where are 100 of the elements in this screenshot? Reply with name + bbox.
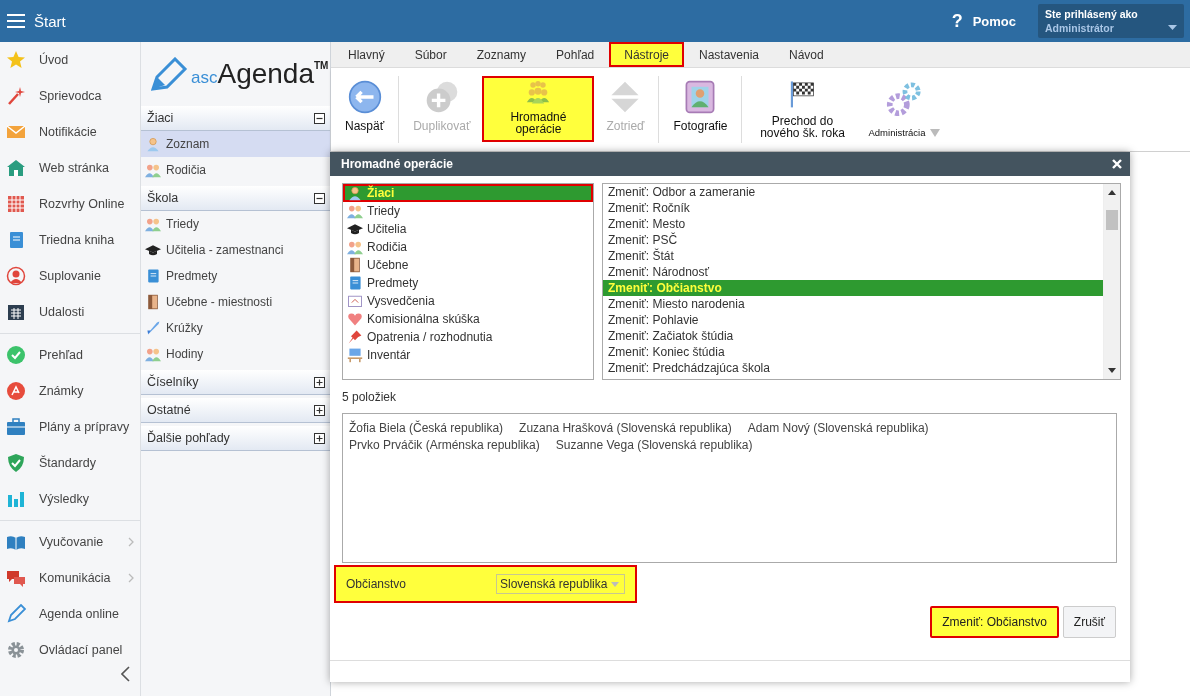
dialog-title: Hromadné operácie <box>341 157 454 171</box>
menu-tab[interactable]: Zoznamy <box>461 42 542 67</box>
gear-icon <box>6 640 26 660</box>
scrollbar[interactable] <box>1103 184 1120 379</box>
list-item[interactable]: Zmeniť: PSČ <box>603 232 1103 248</box>
menu-tab[interactable]: Hlavný <box>333 42 400 67</box>
list-item[interactable]: Rodičia <box>343 238 593 256</box>
list-item[interactable]: Učitelia <box>343 220 593 238</box>
list-item[interactable]: Zmeniť: Národnosť <box>603 264 1103 280</box>
student-entry: Prvko Prváčik (Arménska republika) <box>349 438 540 452</box>
section-header[interactable]: Žiaci <box>141 106 330 131</box>
graduation-cap-icon <box>347 221 363 237</box>
list-item[interactable]: Zoznam <box>141 131 330 157</box>
person-icon <box>145 136 161 152</box>
menu-tab[interactable]: Pohľad <box>541 42 610 67</box>
section-header[interactable]: Číselníky <box>141 370 330 395</box>
people-icon <box>145 162 161 178</box>
nav-item[interactable]: Suplovanie <box>0 258 140 294</box>
list-item[interactable]: Triedy <box>141 211 330 237</box>
people-icon <box>347 203 363 219</box>
list-item[interactable]: Krúžky <box>141 315 330 341</box>
certificate-icon <box>347 293 363 309</box>
nav-item[interactable]: Ovládací panel <box>0 632 140 668</box>
list-item[interactable]: Zmeniť: Pohlavie <box>603 312 1103 328</box>
toolbar-button[interactable]: Administrácia <box>860 76 948 142</box>
menu-tab[interactable]: Súbor <box>399 42 462 67</box>
student-entry: Žofia Biela (Česká republika) <box>349 421 504 435</box>
list-item[interactable]: Zmeniť: Mesto <box>603 216 1103 232</box>
toolbar-button[interactable]: Hromadné operácie <box>482 76 595 142</box>
duplicate-icon <box>424 80 459 114</box>
nav-item[interactable]: Štandardy <box>0 445 140 481</box>
list-item[interactable]: Zmeniť: Štát <box>603 248 1103 264</box>
help-icon[interactable]: ? <box>951 10 963 32</box>
pencil-icon <box>6 604 26 624</box>
cancel-button[interactable]: Zrušiť <box>1062 606 1116 638</box>
people-icon <box>145 346 161 362</box>
list-item[interactable]: Zmeniť: Ročník <box>603 200 1103 216</box>
list-item[interactable]: Opatrenia / rozhodnutia <box>343 328 593 346</box>
nav-item[interactable]: Rozvrhy Online <box>0 186 140 222</box>
shield-icon <box>6 453 26 473</box>
toolbar-button[interactable]: Naspäť <box>337 72 393 152</box>
nav-item[interactable]: Agenda online <box>0 596 140 632</box>
toolbar-button[interactable]: Prechod do nového šk. roka <box>748 76 857 142</box>
list-item[interactable]: Učebne <box>343 256 593 274</box>
user-menu[interactable]: Ste prihlásený ako Administrátor <box>1038 4 1184 38</box>
nav-item[interactable]: Triedna kniha <box>0 222 140 258</box>
item-count: 5 položiek <box>342 390 398 404</box>
list-item[interactable]: Inventár <box>343 346 593 364</box>
student-entry: Adam Nový (Slovenská republika) <box>747 421 929 435</box>
help-link[interactable]: Pomoc <box>972 13 1016 29</box>
close-icon[interactable] <box>1112 159 1122 169</box>
toolbar-button[interactable]: Fotografie <box>665 76 736 142</box>
student-entry: Suzanne Vega (Slovenská republika) <box>555 438 753 452</box>
nav-item[interactable]: Sprievodca <box>0 78 140 114</box>
nav-item[interactable]: Web stránka <box>0 150 140 186</box>
nav-item[interactable]: Vyučovanie <box>0 524 140 560</box>
list-item[interactable]: Zmeniť: Koniec štúdia <box>603 344 1103 360</box>
briefcase-icon <box>6 417 26 437</box>
list-item[interactable]: Predmety <box>141 263 330 289</box>
chat-icon <box>6 568 26 588</box>
list-item[interactable]: Hodiny <box>141 341 330 367</box>
list-item[interactable]: Zmeniť: Predchádzajúca škola <box>603 360 1103 376</box>
field-label: Občianstvo <box>346 577 408 591</box>
menu-icon[interactable] <box>6 13 26 29</box>
list-item[interactable]: Vysvedčenia <box>343 292 593 310</box>
list-item[interactable]: Zmeniť: Začiatok štúdia <box>603 328 1103 344</box>
list-item[interactable]: Zmeniť: Miesto narodenia <box>603 296 1103 312</box>
timetable-icon <box>6 194 26 214</box>
calendar-icon <box>6 302 26 322</box>
list-item[interactable]: Predmety <box>343 274 593 292</box>
collapse-icon[interactable] <box>121 666 130 682</box>
list-item[interactable]: Zmeniť: Odbor a zameranie <box>603 184 1103 200</box>
list-item[interactable]: Učebne - miestnosti <box>141 289 330 315</box>
nav-item[interactable]: Prehľad <box>0 337 140 373</box>
nav-item[interactable]: Udalosti <box>0 294 140 330</box>
rocket-icon <box>145 320 161 336</box>
star-icon <box>6 50 26 70</box>
nav-item[interactable]: Známky <box>0 373 140 409</box>
apply-button[interactable]: Zmeniť: Občianstvo <box>930 606 1059 638</box>
list-item[interactable]: Komisionálna skúška <box>343 310 593 328</box>
section-header[interactable]: Ostatné <box>141 398 330 423</box>
nav-item[interactable]: Notifikácie <box>0 114 140 150</box>
menu-tab[interactable]: Nastavenia <box>683 42 774 67</box>
menu-tab[interactable]: Návod <box>774 42 839 67</box>
people-icon <box>145 216 161 232</box>
people-icon <box>347 239 363 255</box>
page-title: Štart <box>34 12 67 30</box>
list-item[interactable]: Rodičia <box>141 157 330 183</box>
door-icon <box>347 257 363 273</box>
nav-item[interactable]: Úvod <box>0 42 140 78</box>
section-header[interactable]: Škola <box>141 186 330 211</box>
section-header[interactable]: Ďalšie pohľady <box>141 426 330 451</box>
bar-chart-icon <box>6 489 26 509</box>
list-item[interactable]: Učitelia - zamestnanci <box>141 237 330 263</box>
citizenship-dropdown[interactable]: Slovenská republika <box>496 574 625 594</box>
nav-item[interactable]: Výsledky <box>0 481 140 517</box>
nav-item[interactable]: Komunikácia <box>0 560 140 596</box>
nav-item[interactable]: Plány a prípravy <box>0 409 140 445</box>
menu-tab[interactable]: Nástroje <box>609 42 684 67</box>
list-item[interactable]: Triedy <box>343 202 593 220</box>
